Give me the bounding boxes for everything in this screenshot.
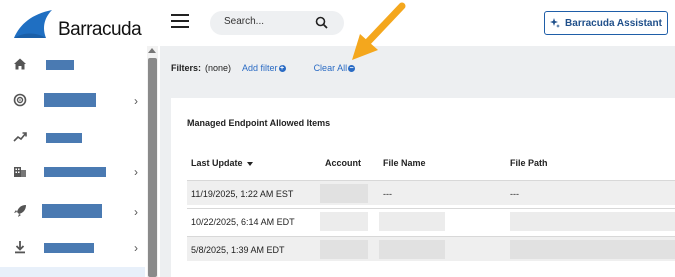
table-row[interactable]: 10/22/2025, 6:14 AM EDT bbox=[187, 208, 675, 233]
sidebar-item-label bbox=[42, 204, 102, 218]
barracuda-assistant-button[interactable]: Barracuda Assistant bbox=[544, 11, 668, 35]
column-header-last-update[interactable]: Last Update bbox=[191, 158, 253, 168]
sidebar-item-label bbox=[46, 60, 74, 70]
download-icon bbox=[15, 241, 25, 254]
sidebar: › › › › bbox=[0, 46, 160, 277]
table-header: Last Update Account File Name File Path bbox=[187, 158, 675, 172]
cell-file-path-redacted bbox=[510, 212, 675, 231]
brand-name: Barracuda bbox=[58, 19, 142, 40]
sidebar-item-label bbox=[44, 93, 96, 107]
cell-last-update: 10/22/2025, 6:14 AM EDT bbox=[191, 217, 295, 227]
cell-last-update: 11/19/2025, 1:22 AM EST bbox=[191, 189, 294, 199]
search-icon[interactable] bbox=[315, 16, 328, 29]
sidebar-item-label bbox=[46, 133, 82, 143]
barracuda-logo[interactable]: Barracuda bbox=[12, 10, 142, 42]
filters-label: Filters: bbox=[171, 63, 202, 73]
sort-descending-icon bbox=[246, 161, 253, 166]
card-title: Managed Endpoint Allowed Items bbox=[187, 118, 331, 128]
filters-bar: Filters: (none) Add filter + Clear All − bbox=[171, 63, 356, 73]
cell-last-update: 5/8/2025, 1:39 AM EDT bbox=[191, 245, 285, 255]
hamburger-menu-icon[interactable] bbox=[171, 14, 189, 28]
column-header-label: Last Update bbox=[191, 158, 243, 168]
search-input[interactable] bbox=[224, 16, 314, 27]
chevron-right-icon: › bbox=[134, 94, 138, 108]
sidebar-item-label bbox=[44, 167, 106, 177]
barracuda-logo-mark-icon bbox=[14, 10, 52, 38]
app-root: Barracuda Barracuda Assistant bbox=[0, 0, 675, 277]
allowed-items-card: Managed Endpoint Allowed Items Last Upda… bbox=[171, 98, 675, 277]
sidebar-item-label bbox=[44, 243, 94, 253]
filters-value: (none) bbox=[205, 63, 232, 73]
table-row[interactable]: 5/8/2025, 1:39 AM EDT bbox=[187, 236, 675, 261]
sidebar-scrollbar[interactable] bbox=[147, 46, 158, 277]
scroll-up-arrow-icon[interactable] bbox=[148, 48, 156, 53]
column-header-file-name[interactable]: File Name bbox=[383, 158, 426, 168]
building-icon bbox=[14, 167, 26, 177]
sidebar-item-downloads[interactable]: › bbox=[0, 233, 145, 261]
annotation-arrow-icon bbox=[352, 2, 406, 60]
scrollbar-thumb[interactable] bbox=[148, 58, 157, 277]
chevron-right-icon: › bbox=[134, 205, 138, 219]
radar-icon bbox=[13, 93, 27, 107]
cell-file-name: --- bbox=[383, 189, 392, 199]
cell-account-redacted bbox=[320, 184, 368, 203]
sidebar-item-sites[interactable]: › bbox=[0, 157, 145, 185]
cell-file-path-redacted bbox=[510, 240, 675, 259]
cell-file-path: --- bbox=[510, 189, 519, 199]
column-header-account[interactable]: Account bbox=[325, 158, 361, 168]
trending-up-icon bbox=[13, 132, 27, 142]
table-row[interactable]: 11/19/2025, 1:22 AM EST --- --- bbox=[187, 180, 675, 205]
top-bar: Barracuda Barracuda Assistant bbox=[0, 0, 675, 46]
sidebar-item-deployment[interactable]: › bbox=[0, 197, 145, 225]
cell-file-name-redacted bbox=[379, 212, 445, 231]
sidebar-item-home[interactable] bbox=[0, 50, 145, 78]
chevron-right-icon: › bbox=[134, 165, 138, 179]
chevron-right-icon: › bbox=[134, 241, 138, 255]
cell-account-redacted bbox=[320, 212, 368, 231]
sidebar-item-trends[interactable] bbox=[0, 123, 145, 151]
cell-file-name-redacted bbox=[379, 240, 445, 259]
add-filter-label: Add filter bbox=[242, 63, 278, 73]
assistant-label: Barracuda Assistant bbox=[565, 17, 662, 29]
home-icon bbox=[14, 58, 26, 70]
plus-circle-icon: + bbox=[278, 64, 286, 72]
search-box bbox=[210, 11, 344, 35]
sidebar-item-active-highlight[interactable] bbox=[0, 267, 145, 277]
column-header-file-path[interactable]: File Path bbox=[510, 158, 548, 168]
cell-account-redacted bbox=[320, 240, 368, 259]
sparkle-icon bbox=[550, 18, 561, 28]
sidebar-item-radar[interactable]: › bbox=[0, 86, 145, 114]
rocket-icon bbox=[14, 205, 26, 217]
main-content: Filters: (none) Add filter + Clear All −… bbox=[160, 46, 675, 277]
add-filter-link[interactable]: Add filter + bbox=[242, 63, 286, 73]
